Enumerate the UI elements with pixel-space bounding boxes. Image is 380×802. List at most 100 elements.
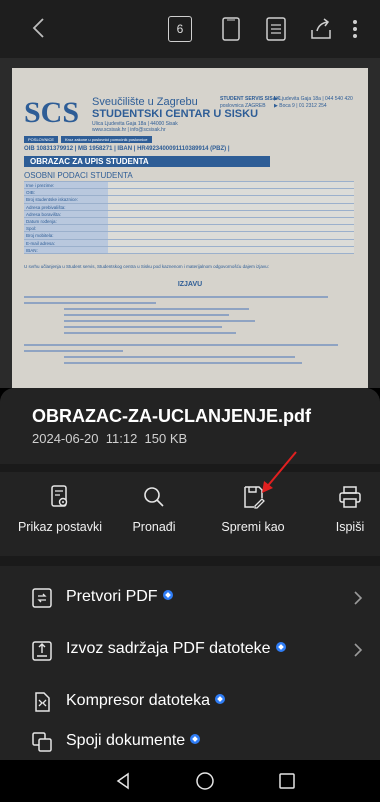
form-row: Adresa prebivališta: (24, 203, 354, 211)
view-settings-button[interactable]: Prikaz postavki (10, 480, 110, 534)
text-line (24, 350, 123, 352)
reading-mode-icon[interactable] (264, 16, 288, 42)
pdf-page[interactable]: SCS Sveučilište u Zagrebu STUDENTSKI CEN… (12, 68, 368, 388)
text-line (24, 296, 328, 298)
form-value (108, 182, 354, 189)
view-settings-icon (51, 485, 68, 507)
divider (0, 556, 380, 566)
single-page-view-icon[interactable] (219, 16, 243, 42)
page-number-icon[interactable]: 6 (168, 16, 192, 42)
form-label: Datum rođenja: (24, 217, 108, 225)
form-label: Broj studentske iskaznice: (24, 196, 108, 203)
form-label: Adresa boravišta: (24, 210, 108, 217)
menu-label-text: Izvoz sadržaja PDF datoteke (66, 640, 271, 657)
text-line (64, 362, 302, 364)
document-viewer[interactable]: SCS Sveučilište u Zagrebu STUDENTSKI CEN… (0, 58, 380, 388)
chevron-right-icon (354, 643, 363, 657)
search-icon (144, 487, 164, 507)
chevron-right-icon (354, 591, 363, 605)
compress-icon (35, 692, 50, 712)
form-row: Ime i prezime: (24, 182, 354, 190)
header-right-block: STUDENT SERVIS SISAK poslovnica ZAGREB (220, 96, 280, 110)
premium-badge-icon (190, 734, 201, 744)
form-value (108, 217, 354, 225)
form-row: Adresa boravišta: (24, 210, 354, 218)
form-label: Ime i prezime: (24, 182, 108, 189)
institution-line-1: Sveučilište u Zagrebu (92, 96, 198, 108)
action-label: Pronađi (132, 520, 176, 534)
form-label: OIB: (24, 189, 108, 196)
form-label: E-mail adresa: (24, 239, 108, 246)
form-row: Broj studentske iskaznice: (24, 196, 354, 204)
header-right-2: poslovnica ZAGREB (220, 103, 266, 109)
premium-badge-icon (215, 694, 226, 704)
convert-pdf-icon (32, 588, 52, 608)
form-row: IBAN: (24, 246, 354, 254)
section-title: OSOBNI PODACI STUDENTA (24, 171, 133, 180)
header-chips: POSLOVNICE Kroz zakone u poslovnici pomo… (24, 136, 152, 143)
chip: POSLOVNICE (24, 136, 59, 143)
menu-item-export-content[interactable]: Izvoz sadržaja PDF datoteke (0, 626, 380, 674)
back-triangle-icon[interactable] (112, 770, 134, 792)
text-line (64, 314, 229, 316)
divider (0, 464, 380, 472)
file-time: 11:12 (105, 431, 138, 446)
text-line (64, 308, 249, 310)
oib-line: OIB 10831379912 | MB 1958271 | IBAN | HR… (24, 146, 230, 152)
find-button[interactable]: Pronađi (104, 480, 204, 534)
form-label: Spol: (24, 225, 108, 232)
form-table: Ime i prezime: OIB: Broj studentske iska… (24, 181, 354, 254)
text-line (24, 344, 338, 346)
form-row: E-mail adresa: (24, 239, 354, 247)
menu-label-text: Pretvori PDF (66, 588, 158, 605)
file-options-sheet: OBRAZAC-ZA-UCLANJENJE.pdf 2024-06-20 11:… (0, 388, 380, 760)
header-right-4: ▶ Boca 9 | 01 2312 254 (274, 103, 327, 109)
file-name: OBRAZAC-ZA-UCLANJENJE.pdf (32, 406, 311, 426)
form-value (108, 239, 354, 246)
menu-label-text: Spoji dokumente (66, 732, 186, 749)
text-line (64, 320, 256, 322)
declaration-note: U svrhu učlanjenja u Student servis, Stu… (24, 264, 269, 269)
form-row: Spol: (24, 225, 354, 233)
home-circle-icon[interactable] (194, 770, 216, 792)
action-label: Spremi kao (221, 520, 285, 534)
menu-label: Pretvori PDF (66, 588, 173, 606)
form-row: OIB: (24, 189, 354, 197)
form-value (108, 225, 354, 232)
save-as-button[interactable]: Spremi kao (203, 480, 303, 534)
declaration-title: IZJAVU (177, 281, 203, 288)
premium-badge-icon (162, 590, 173, 600)
form-value (108, 210, 354, 217)
menu-item-convert-pdf[interactable]: Pretvori PDF (0, 574, 380, 622)
recents-square-icon[interactable] (276, 770, 298, 792)
chip: Kroz zakone u poslovnici pomoćnik poslov… (61, 136, 152, 143)
print-icon (339, 486, 361, 508)
header-right-contacts: ▶ Ljudevita Gaja 18a | 044 540 420 ▶ Boc… (274, 96, 353, 110)
action-label: Prikaz postavki (17, 520, 103, 534)
form-label: IBAN: (24, 246, 108, 253)
form-label: Broj mobitela: (24, 232, 108, 239)
form-row: Broj mobitela: (24, 232, 354, 240)
form-value (108, 196, 354, 203)
system-navigation-bar (0, 760, 380, 802)
text-line (64, 356, 295, 358)
back-arrow-icon[interactable] (28, 16, 52, 40)
menu-label: Kompresor datoteka (66, 692, 226, 710)
menu-item-merge-documents[interactable]: Spoji dokumente (0, 718, 380, 766)
text-line (24, 302, 156, 304)
form-title: OBRAZAC ZA UPIS STUDENTA (24, 156, 270, 167)
header-right-1: STUDENT SERVIS SISAK (220, 96, 280, 102)
export-content-icon (32, 641, 52, 661)
share-icon[interactable] (309, 16, 333, 42)
menu-label: Izvoz sadržaja PDF datoteke (66, 640, 286, 658)
save-as-icon (244, 486, 265, 509)
quick-actions: Prikaz postavki Pronađi Spremi kao Ispiš… (0, 480, 380, 550)
file-size: 150 KB (144, 431, 188, 446)
print-button[interactable]: Ispiši (300, 480, 380, 534)
premium-badge-icon (275, 642, 286, 652)
form-row: Datum rođenja: (24, 217, 354, 226)
form-label: Adresa prebivališta: (24, 203, 108, 210)
more-vertical-icon[interactable] (348, 16, 362, 42)
page-number: 6 (176, 22, 184, 36)
file-meta: 2024-06-20 11:12 150 KB (32, 431, 187, 446)
